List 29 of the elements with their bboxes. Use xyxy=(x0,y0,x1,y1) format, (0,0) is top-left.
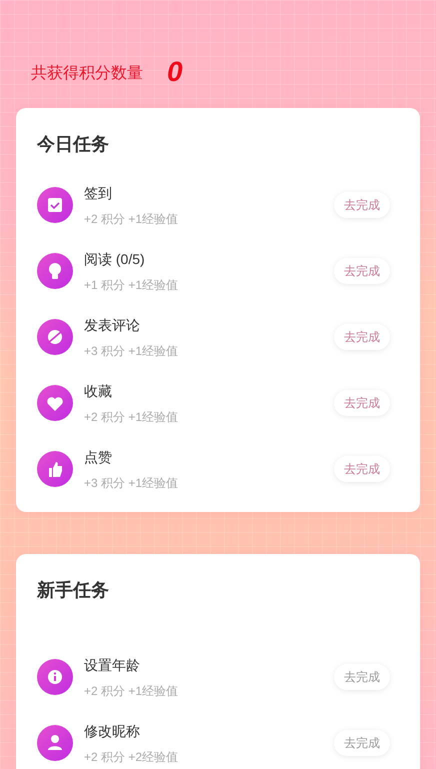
complete-button[interactable]: 去完成 xyxy=(334,390,390,416)
task-reward: +1 积分 +1经验值 xyxy=(84,276,180,294)
task-name: 设置年龄 xyxy=(84,656,141,674)
task-name: 签到 xyxy=(84,184,113,202)
task-reward: +2 积分 +1经验值 xyxy=(84,682,180,700)
complete-button[interactable]: 去完成 xyxy=(334,324,390,350)
section-title: 新手任务 xyxy=(37,579,110,602)
checkbox-icon xyxy=(37,187,73,223)
task-name: 点赞 xyxy=(84,448,113,466)
task-name: 收藏 xyxy=(84,382,113,400)
thumbs-up-icon xyxy=(37,451,73,487)
points-label: 共获得积分数量 xyxy=(31,64,143,84)
complete-button[interactable]: 去完成 xyxy=(334,192,390,218)
points-value: 0 xyxy=(167,58,183,89)
task-reward: +2 积分 +1经验值 xyxy=(84,408,180,426)
task-reward: +3 积分 +1经验值 xyxy=(84,342,180,360)
task-name: 发表评论 xyxy=(84,316,141,334)
task-reward: +2 积分 +1经验值 xyxy=(84,210,180,228)
info-icon xyxy=(37,659,73,695)
user-icon xyxy=(37,725,73,761)
comment-icon xyxy=(37,319,73,355)
lightbulb-icon xyxy=(37,253,73,289)
complete-button[interactable]: 去完成 xyxy=(334,456,390,482)
task-reward: +2 积分 +2经验值 xyxy=(84,748,180,766)
task-name: 修改昵称 xyxy=(84,722,141,740)
task-name: 阅读 (0/5) xyxy=(84,250,146,269)
section-title: 今日任务 xyxy=(37,133,110,156)
complete-button[interactable]: 去完成 xyxy=(334,258,390,284)
task-reward: +3 积分 +1经验值 xyxy=(84,474,180,492)
